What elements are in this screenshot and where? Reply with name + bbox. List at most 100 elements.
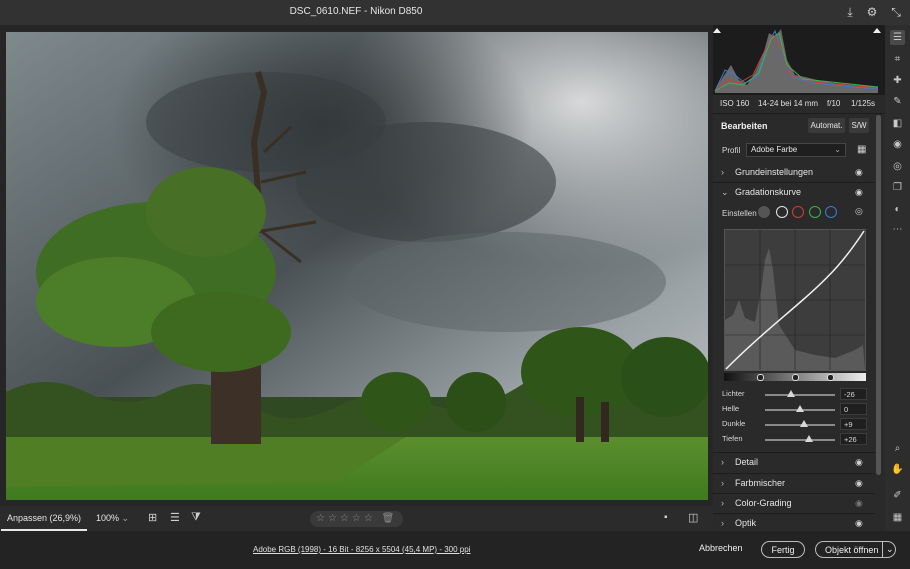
section-color-grading[interactable]: › Color-Grading ◉ xyxy=(713,494,875,514)
before-after-icon[interactable]: ⊞ xyxy=(148,511,157,524)
healing-icon[interactable]: ✚ xyxy=(890,73,905,88)
grid-icon[interactable]: ▦ xyxy=(890,510,905,525)
brush-icon[interactable]: ✎ xyxy=(890,94,905,109)
chevron-right-icon: › xyxy=(721,457,724,467)
point-curve-icon[interactable] xyxy=(776,206,788,218)
section-tone-curve[interactable]: ⌄ Gradationskurve ◉ xyxy=(713,183,875,203)
collapse-icon[interactable]: ⤡ xyxy=(888,4,904,20)
chevron-down-icon: ⌄ xyxy=(121,513,130,523)
split-handle-shadows[interactable] xyxy=(757,374,764,381)
cancel-button[interactable]: Abbrechen xyxy=(699,543,743,553)
section-color-mixer-label: Farbmischer xyxy=(735,478,786,488)
slider-thumb[interactable] xyxy=(799,420,808,427)
crop-icon[interactable]: ⌗ xyxy=(890,52,905,67)
presets-icon[interactable]: ◐ xyxy=(890,202,905,217)
edit-title: Bearbeiten xyxy=(721,121,768,131)
red-channel-icon[interactable] xyxy=(792,206,804,218)
slider-highlights[interactable]: Lichter -26 xyxy=(713,387,875,402)
slider-lights[interactable]: Helle 0 xyxy=(713,402,875,417)
save-icon[interactable]: ⤓ xyxy=(842,4,858,20)
gradient-icon[interactable]: ◧ xyxy=(890,116,905,131)
panel-scrollbar[interactable] xyxy=(876,115,881,475)
slider-track[interactable] xyxy=(765,439,835,441)
color-sampler-icon[interactable]: ✐ xyxy=(890,488,905,503)
eye-icon[interactable]: ◉ xyxy=(855,187,863,198)
chevron-down-icon[interactable]: ⌄ xyxy=(882,541,894,557)
section-optics-label: Optik xyxy=(735,518,757,528)
green-channel-icon[interactable] xyxy=(809,206,821,218)
slider-label: Dunkle xyxy=(722,419,746,428)
tool-rail: ☰ ⌗ ✚ ✎ ◧ ◉ ◎ ❐ ◐ ⋯ ⌕ ✋ ✐ ▦ xyxy=(885,25,910,531)
profile-label: Profil xyxy=(722,146,741,155)
lens-value: 14-24 bei 14 mm xyxy=(758,99,819,108)
split-handle-highlights[interactable] xyxy=(827,374,834,381)
slider-thumb[interactable] xyxy=(805,435,814,442)
photo-preview[interactable] xyxy=(6,32,708,500)
slider-value[interactable]: +26 xyxy=(840,433,867,445)
gear-icon[interactable]: ⚙ xyxy=(864,4,880,20)
title-bar: DSC_0610.NEF - Nikon D850 ⤓ ⚙ ⤡ xyxy=(0,0,910,25)
split-handle-midtones[interactable] xyxy=(792,374,799,381)
radial-filter-icon[interactable]: ◉ xyxy=(890,137,905,152)
edit-sliders-icon[interactable]: ☰ xyxy=(890,30,905,45)
section-tone-curve-label: Gradationskurve xyxy=(735,187,802,197)
slider-value[interactable]: +9 xyxy=(840,418,867,430)
film-strip-icon[interactable]: ▪ xyxy=(664,512,668,523)
zoom-select[interactable]: 100% ⌄ xyxy=(96,513,129,524)
adjust-label: Einstellen xyxy=(722,209,757,218)
filter-icon[interactable]: ⧩ xyxy=(191,511,201,524)
eye-icon[interactable]: ◉ xyxy=(855,498,863,509)
hand-tool-icon[interactable]: ✋ xyxy=(890,462,905,477)
profile-browser-icon[interactable]: ▦ xyxy=(857,144,866,155)
trash-icon[interactable]: 🗑 xyxy=(382,513,398,524)
eye-icon[interactable]: ◉ xyxy=(855,518,863,529)
open-object-label: Objekt öffnen xyxy=(825,545,879,555)
tone-curve-graph[interactable] xyxy=(724,229,866,371)
section-color-grading-label: Color-Grading xyxy=(735,498,792,508)
zoom-label: 100% xyxy=(96,513,120,523)
slider-thumb[interactable] xyxy=(786,390,795,397)
bw-button[interactable]: S/W xyxy=(849,118,869,133)
slider-label: Helle xyxy=(722,404,740,413)
slider-darks[interactable]: Dunkle +9 xyxy=(713,417,875,432)
more-icon[interactable]: ⋯ xyxy=(890,222,905,237)
stars-glyphs: ☆☆☆☆☆ xyxy=(316,513,376,524)
shutter-value: 1/125s xyxy=(851,99,876,108)
targeted-adjust-icon[interactable]: ◎ xyxy=(855,206,863,217)
window-title: DSC_0610.NEF - Nikon D850 xyxy=(289,6,423,17)
profile-value: Adobe Farbe xyxy=(751,145,798,154)
blue-channel-icon[interactable] xyxy=(825,206,837,218)
compare-view-icon[interactable]: ◫ xyxy=(688,511,698,524)
chevron-right-icon: › xyxy=(721,478,724,488)
footer-bar: Adobe RGB (1998) - 16 Bit - 8256 x 5504 … xyxy=(0,531,910,569)
eye-icon[interactable]: ◉ xyxy=(855,478,863,489)
profile-select[interactable]: Adobe Farbe ⌄ xyxy=(746,143,846,157)
workflow-options-link[interactable]: Adobe RGB (1998) - 16 Bit - 8256 x 5504 … xyxy=(253,545,470,554)
slider-track[interactable] xyxy=(765,394,835,396)
star-rating[interactable]: ☆☆☆☆☆ 🗑 xyxy=(310,511,403,527)
zoom-tool-icon[interactable]: ⌕ xyxy=(890,441,905,456)
slider-value[interactable]: 0 xyxy=(840,403,867,415)
section-color-mixer[interactable]: › Farbmischer ◉ xyxy=(713,474,875,494)
slider-thumb[interactable] xyxy=(796,405,804,412)
chevron-right-icon: › xyxy=(721,498,724,508)
eye-icon[interactable]: ◉ xyxy=(855,167,863,178)
slider-label: Tiefen xyxy=(722,434,743,443)
section-basic[interactable]: › Grundeinstellungen ◉ xyxy=(713,163,875,183)
slider-value[interactable]: -26 xyxy=(840,388,867,400)
chevron-right-icon: › xyxy=(721,518,724,528)
snapshots-icon[interactable]: ❐ xyxy=(890,180,905,195)
section-detail[interactable]: › Detail ◉ xyxy=(713,453,875,473)
open-object-button[interactable]: Objekt öffnen ⌄ xyxy=(815,541,896,558)
chevron-down-icon: ⌄ xyxy=(721,187,729,197)
eye-icon[interactable]: ◉ xyxy=(855,457,863,468)
auto-button[interactable]: Automat. xyxy=(808,118,845,133)
sort-icon[interactable]: ☰ xyxy=(170,511,180,524)
red-eye-icon[interactable]: ◎ xyxy=(890,159,905,174)
done-button[interactable]: Fertig xyxy=(761,541,805,558)
parametric-curve-icon[interactable] xyxy=(758,206,770,218)
fit-zoom-button[interactable]: Anpassen (26,9%) xyxy=(1,506,87,531)
slider-shadows[interactable]: Tiefen +26 xyxy=(713,432,875,447)
aperture-value: f/10 xyxy=(827,99,841,108)
divider xyxy=(713,113,885,114)
